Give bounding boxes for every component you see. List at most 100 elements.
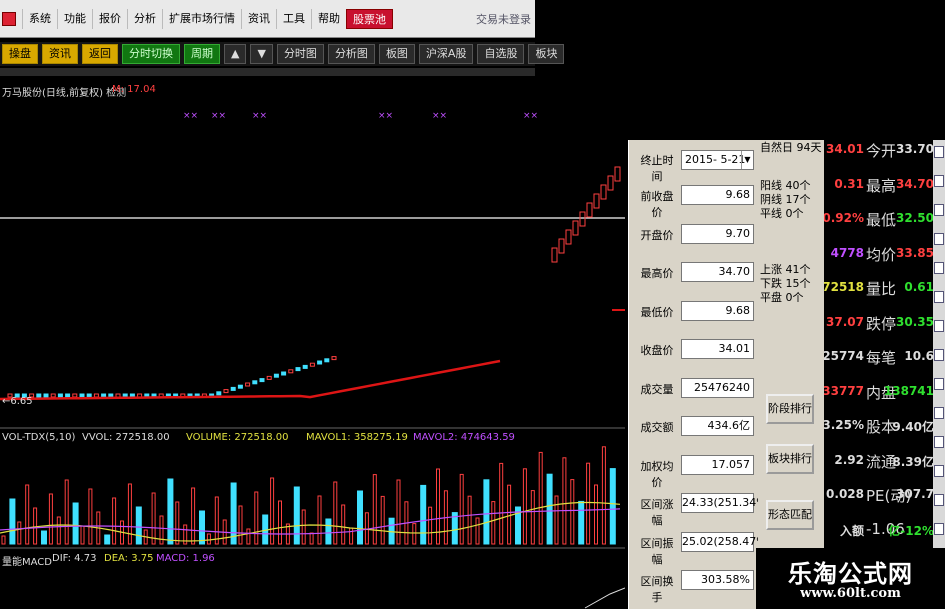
vvol-value: VVOL: 272518.00 [82,432,170,443]
toolbar-board-button[interactable]: 板图 [378,44,415,64]
volume-bar [380,495,385,545]
volume-bar [562,457,567,545]
dialog-field-label: 加权均价 [640,459,674,489]
side-tool-icon[interactable] [934,291,944,303]
dialog-field-label: 开盘价 [640,228,674,242]
volume-bar [317,495,322,545]
volume-bar [56,516,61,545]
side-tool-icon[interactable] [934,349,944,361]
side-tool-icon[interactable] [934,465,944,477]
toolbar-period-button[interactable]: 周期 [184,44,220,64]
side-tool-icon[interactable] [934,233,944,245]
quote-right-value: 33.85 [896,245,934,260]
kline-chart-area[interactable]: ×× ×× ×× ×× ×× ×× 万马股份(日线,前复权) 检测 M: 17.04 ←6… [0,78,625,609]
yin-count: 阴线 17个 [760,193,811,206]
quote-right-value: 34.70 [896,176,934,191]
dialog-field-value[interactable]: 25476240 [681,377,754,398]
toolbar-shsz-a-button[interactable]: 沪深A股 [418,44,474,64]
toolbar-intraday-switch-button[interactable]: 分时切换 [122,44,180,64]
volume-bar [127,483,132,545]
candle [230,386,236,391]
volume-bar [17,521,22,545]
dialog-field-value[interactable]: 9.68 [681,185,754,205]
side-tool-icon[interactable] [934,436,944,448]
menu-news[interactable]: 资讯 [241,8,276,29]
side-tool-icon[interactable] [934,146,944,158]
toolbar-analysis-chart-button[interactable]: 分析图 [327,44,375,64]
candle [101,393,107,398]
low-price-label: ←6.65 [2,396,33,407]
side-tool-icon[interactable] [934,262,944,274]
candle [614,166,621,182]
dialog-field-value[interactable]: 303.58% [681,570,754,590]
volume-bar [522,468,527,545]
volume-bar [33,507,38,545]
end-time-select[interactable]: 2015- 5-21 ▼ [681,150,754,170]
volume-bar [325,518,332,545]
watermark: 乐淘公式网 www.60lt.com [756,548,945,609]
dialog-field-value[interactable]: 17.057 [681,454,754,475]
side-tool-icon[interactable] [934,407,944,419]
toolbar-news-button[interactable]: 资讯 [42,44,78,64]
side-tool-icon[interactable] [934,175,944,187]
dialog-field-value[interactable]: 24.33(251.34%) [681,493,771,513]
toolbar-trade-button[interactable]: 操盘 [2,44,38,64]
quote-left-value: 37.07 [826,314,864,329]
pattern-match-button[interactable]: 形态匹配 [766,500,814,530]
volume-bar [570,479,575,545]
macd-header: 量能MACD [2,557,52,568]
menu-quote[interactable]: 报价 [92,8,127,29]
candle [295,367,301,372]
menu-extended-market[interactable]: 扩展市场行情 [162,8,241,29]
dialog-field-value[interactable]: 9.68 [681,300,754,321]
dialog-row: 最低价 9.68 [629,298,759,325]
sector-rank-button[interactable]: 板块排行 [766,444,814,474]
dialog-field-value[interactable]: 34.70 [681,262,754,282]
dialog-row: 成交额 434.6亿 [629,413,759,440]
candle [57,393,63,398]
candle [558,238,565,254]
volume-bar [428,506,433,545]
toolbar-back-button[interactable]: 返回 [82,44,118,64]
volume-bar [48,493,53,545]
menu-system[interactable]: 系统 [22,8,57,29]
dialog-row: 成交量 25476240 [629,375,759,402]
menu-tools[interactable]: 工具 [276,8,311,29]
kline-chart-svg: ×× ×× ×× ×× ×× ×× [0,111,625,609]
toolbar-intraday-chart-button[interactable]: 分时图 [276,44,324,64]
menu-stock-pool[interactable]: 股票池 [346,8,393,29]
toolbar-watchlist-button[interactable]: 自选股 [477,44,525,64]
dif-value: DIF: 4.73 [52,553,97,564]
login-status: 交易未登录 [476,12,531,26]
dialog-field-value[interactable]: 9.70 [681,223,754,244]
stage-rank-button[interactable]: 阶段排行 [766,394,814,424]
volume-bar [309,532,314,545]
interval-stats-dialog: 终止时间 2015- 5-21 ▼ 前收盘价 9.68 开盘价 9.70 最高价 34.7… [628,140,771,609]
toolbar-up-button[interactable]: ▲ [224,44,247,64]
quote-right-value: 138741 [883,383,934,398]
chart-indicator-value: M: 17.04 [112,84,156,95]
volume-bar [191,487,196,545]
menu-help[interactable]: 帮助 [311,8,346,29]
dialog-row: 区间涨幅 24.33(251.34%) [629,490,771,527]
candle [252,380,258,385]
menu-analysis[interactable]: 分析 [127,8,162,29]
side-tool-icon[interactable] [934,320,944,332]
dialog-field-value[interactable]: 434.6亿 [681,416,754,436]
side-tool-icon[interactable] [934,378,944,390]
toolbar-sector-button[interactable]: 板块 [528,44,565,64]
chevron-down-icon[interactable]: ▼ [741,151,753,169]
side-tool-icon[interactable] [934,204,944,216]
side-tool-icon[interactable] [934,523,944,535]
side-tool-icon[interactable] [934,494,944,506]
dialog-field-value[interactable]: 25.02(258.47%) [681,531,771,552]
volume-bar [364,512,369,545]
toolbar-down-button[interactable]: ▼ [250,44,273,64]
volume-bar [199,510,205,545]
volume-bar [530,490,535,545]
dialog-row: 区间换手 303.58% [629,567,759,604]
menu-function[interactable]: 功能 [57,8,92,29]
quote-label: 量比 [866,280,897,298]
quote-right-value: 307.7 [896,487,934,501]
dialog-field-value[interactable]: 34.01 [681,339,754,359]
